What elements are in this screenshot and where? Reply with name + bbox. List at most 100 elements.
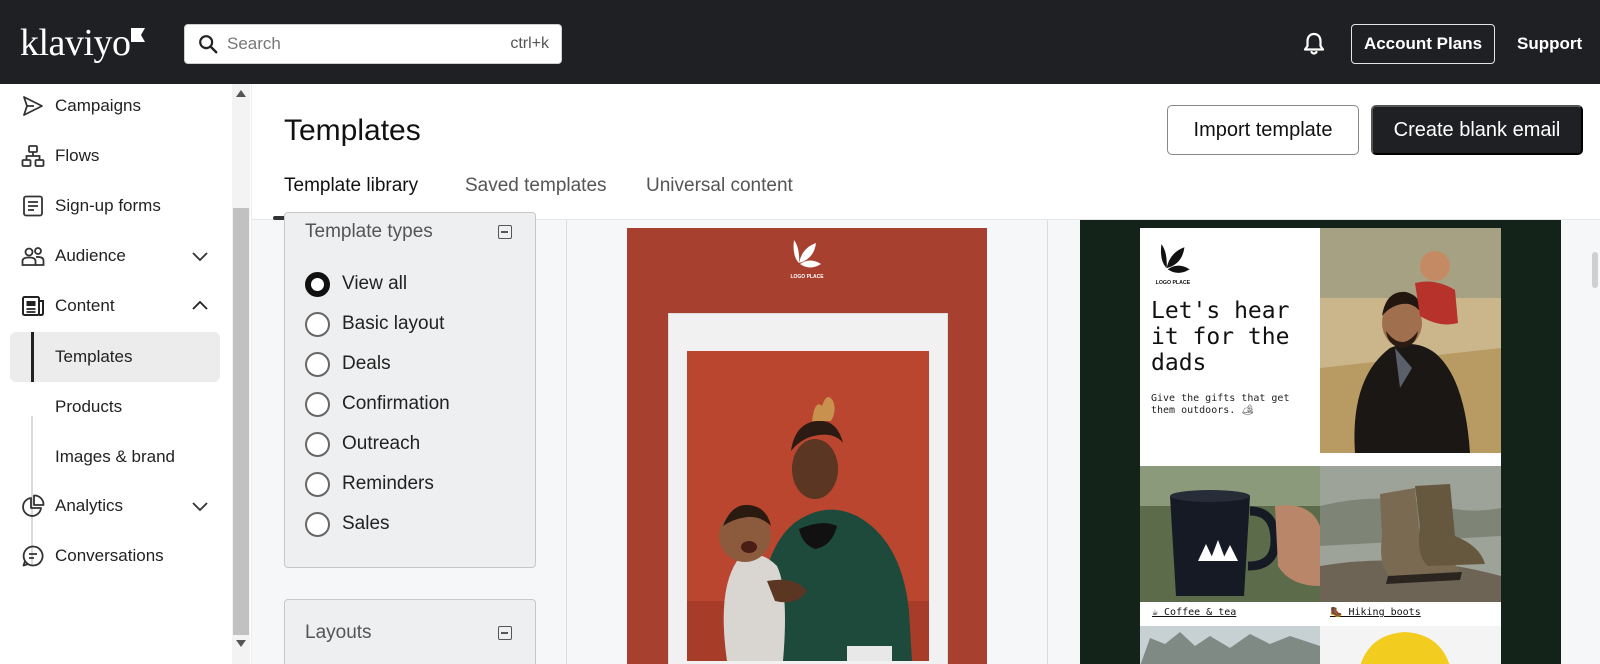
radio-outreach[interactable]: Outreach bbox=[305, 429, 420, 459]
chevron-up-icon bbox=[192, 300, 208, 310]
yellow-hat-image bbox=[1320, 626, 1501, 664]
father-and-baby-image bbox=[687, 351, 929, 661]
search-icon bbox=[199, 35, 218, 54]
sidebar-subitem-label: Images & brand bbox=[55, 447, 176, 466]
logo-text: klaviyo bbox=[20, 22, 131, 64]
hiking-boots-image bbox=[1320, 466, 1501, 602]
caption-row: ☕ Coffee & tea 🥾 Hiking boots bbox=[1140, 602, 1501, 626]
template-card[interactable]: LOGO PLACE bbox=[627, 228, 987, 664]
sidebar-item-signup-forms[interactable]: Sign-up forms bbox=[0, 186, 232, 226]
template-text-block: LOGO PLACE Let's hear it for the dads Gi… bbox=[1140, 228, 1320, 466]
sidebar-item-label: Analytics bbox=[55, 496, 124, 515]
sidebar-item-label: Sign-up forms bbox=[55, 196, 161, 215]
collapse-icon[interactable] bbox=[498, 225, 512, 239]
tab-template-library[interactable]: Template library bbox=[284, 175, 418, 197]
spacer bbox=[1320, 453, 1501, 466]
radio-label: Reminders bbox=[342, 473, 434, 494]
sidebar: Campaigns Flows Sign-up forms Audience C… bbox=[0, 84, 252, 664]
sidebar-item-flows[interactable]: Flows bbox=[0, 136, 232, 176]
scroll-up-arrow-icon[interactable] bbox=[236, 90, 246, 97]
radio-label: View all bbox=[342, 273, 408, 294]
radio-confirmation[interactable]: Confirmation bbox=[305, 389, 450, 419]
sidebar-item-label: Content bbox=[55, 296, 115, 315]
template-photo bbox=[687, 351, 929, 661]
caption-hiking-boots[interactable]: 🥾 Hiking boots bbox=[1330, 607, 1421, 618]
template-subtext: Give the gifts that get them outdoors. 🏕 bbox=[1151, 393, 1290, 416]
radio-label: Confirmation bbox=[342, 393, 450, 414]
radio-label: Basic layout bbox=[342, 313, 445, 334]
sidebar-item-campaigns[interactable]: Campaigns bbox=[0, 86, 232, 126]
import-template-button[interactable]: Import template bbox=[1167, 105, 1359, 155]
radio-button[interactable] bbox=[305, 311, 330, 337]
sidebar-item-audience[interactable]: Audience bbox=[0, 236, 232, 276]
radio-button[interactable] bbox=[305, 431, 330, 457]
search-shortcut: ctrl+k bbox=[510, 35, 549, 52]
sidebar-subitem-templates[interactable]: Templates bbox=[10, 332, 220, 382]
sidebar-item-label: Campaigns bbox=[55, 96, 141, 115]
radio-sales[interactable]: Sales bbox=[305, 509, 390, 539]
sidebar-item-content[interactable]: Content bbox=[0, 286, 232, 326]
logo-placeholder-icon: LOGO PLACE bbox=[790, 240, 824, 280]
create-blank-email-button[interactable]: Create blank email bbox=[1371, 105, 1583, 155]
radio-view-all[interactable]: View all bbox=[305, 269, 407, 299]
radio-label: Deals bbox=[342, 353, 391, 374]
tab-saved-templates[interactable]: Saved templates bbox=[465, 175, 607, 197]
radio-button[interactable] bbox=[305, 271, 330, 297]
template-card[interactable]: LOGO PLACE Let's hear it for the dads Gi… bbox=[1080, 220, 1561, 664]
bell-icon[interactable] bbox=[1302, 31, 1326, 57]
tab-universal-content[interactable]: Universal content bbox=[646, 175, 793, 197]
filter-title: Template types bbox=[305, 221, 433, 242]
sidebar-subitem-images-brand[interactable]: Images & brand bbox=[10, 432, 220, 482]
radio-basic-layout[interactable]: Basic layout bbox=[305, 309, 444, 339]
template-headline: Let's hear it for the dads bbox=[1151, 298, 1290, 376]
logo-flag-icon bbox=[131, 28, 146, 42]
camp-mug-image bbox=[1140, 466, 1320, 602]
radio-button[interactable] bbox=[305, 471, 330, 497]
logo-placeholder-icon: LOGO PLACE bbox=[1156, 244, 1191, 286]
flow-icon bbox=[21, 145, 45, 167]
sidebar-item-label: Audience bbox=[55, 246, 126, 265]
sidebar-subitem-label: Templates bbox=[55, 347, 133, 366]
template-types-filter: Template types View all Basic layout Dea… bbox=[284, 212, 536, 568]
active-indicator bbox=[31, 332, 34, 382]
layouts-filter: Layouts bbox=[284, 599, 536, 664]
filter-title: Layouts bbox=[305, 622, 372, 643]
people-icon bbox=[21, 247, 45, 266]
sidebar-scroll-thumb[interactable] bbox=[233, 208, 249, 635]
chevron-down-icon bbox=[192, 252, 208, 262]
radio-button[interactable] bbox=[305, 511, 330, 537]
content-icon bbox=[22, 296, 44, 316]
radio-deals[interactable]: Deals bbox=[305, 349, 391, 379]
sidebar-subitem-products[interactable]: Products bbox=[10, 382, 220, 432]
chevron-down-icon bbox=[192, 502, 208, 512]
sidebar-item-label: Flows bbox=[55, 146, 100, 165]
sidebar-item-analytics[interactable]: Analytics bbox=[0, 486, 232, 526]
column-divider bbox=[566, 220, 567, 664]
radio-label: Outreach bbox=[342, 433, 421, 454]
caption-coffee-tea[interactable]: ☕ Coffee & tea bbox=[1152, 607, 1236, 618]
column-divider bbox=[1047, 220, 1048, 664]
sidebar-item-conversations[interactable]: Conversations bbox=[0, 536, 232, 576]
top-bar: klaviyo ctrl+k Account Plans Support bbox=[0, 0, 1600, 84]
collapse-icon[interactable] bbox=[498, 626, 512, 640]
support-link[interactable]: Support bbox=[1517, 34, 1582, 54]
chat-icon bbox=[22, 545, 44, 567]
sidebar-item-label: Conversations bbox=[55, 546, 164, 565]
account-plans-button[interactable]: Account Plans bbox=[1351, 24, 1495, 64]
page-title: Templates bbox=[284, 114, 421, 147]
main-scroll-thumb[interactable] bbox=[1592, 252, 1598, 288]
photo-frame bbox=[668, 313, 948, 664]
radio-button[interactable] bbox=[305, 391, 330, 417]
rock-landscape-image bbox=[1140, 626, 1320, 664]
send-icon bbox=[23, 96, 43, 116]
search-input[interactable] bbox=[227, 34, 511, 54]
search-box[interactable]: ctrl+k bbox=[184, 24, 562, 64]
dad-with-child-image bbox=[1320, 228, 1501, 453]
scroll-down-arrow-icon[interactable] bbox=[236, 640, 246, 647]
sidebar-subitem-label: Products bbox=[55, 397, 123, 416]
radio-button[interactable] bbox=[305, 351, 330, 377]
radio-reminders[interactable]: Reminders bbox=[305, 469, 434, 499]
klaviyo-logo[interactable]: klaviyo bbox=[20, 22, 146, 66]
pie-chart-icon bbox=[22, 494, 45, 517]
logo-placeholder-text: LOGO PLACE bbox=[1156, 280, 1191, 286]
